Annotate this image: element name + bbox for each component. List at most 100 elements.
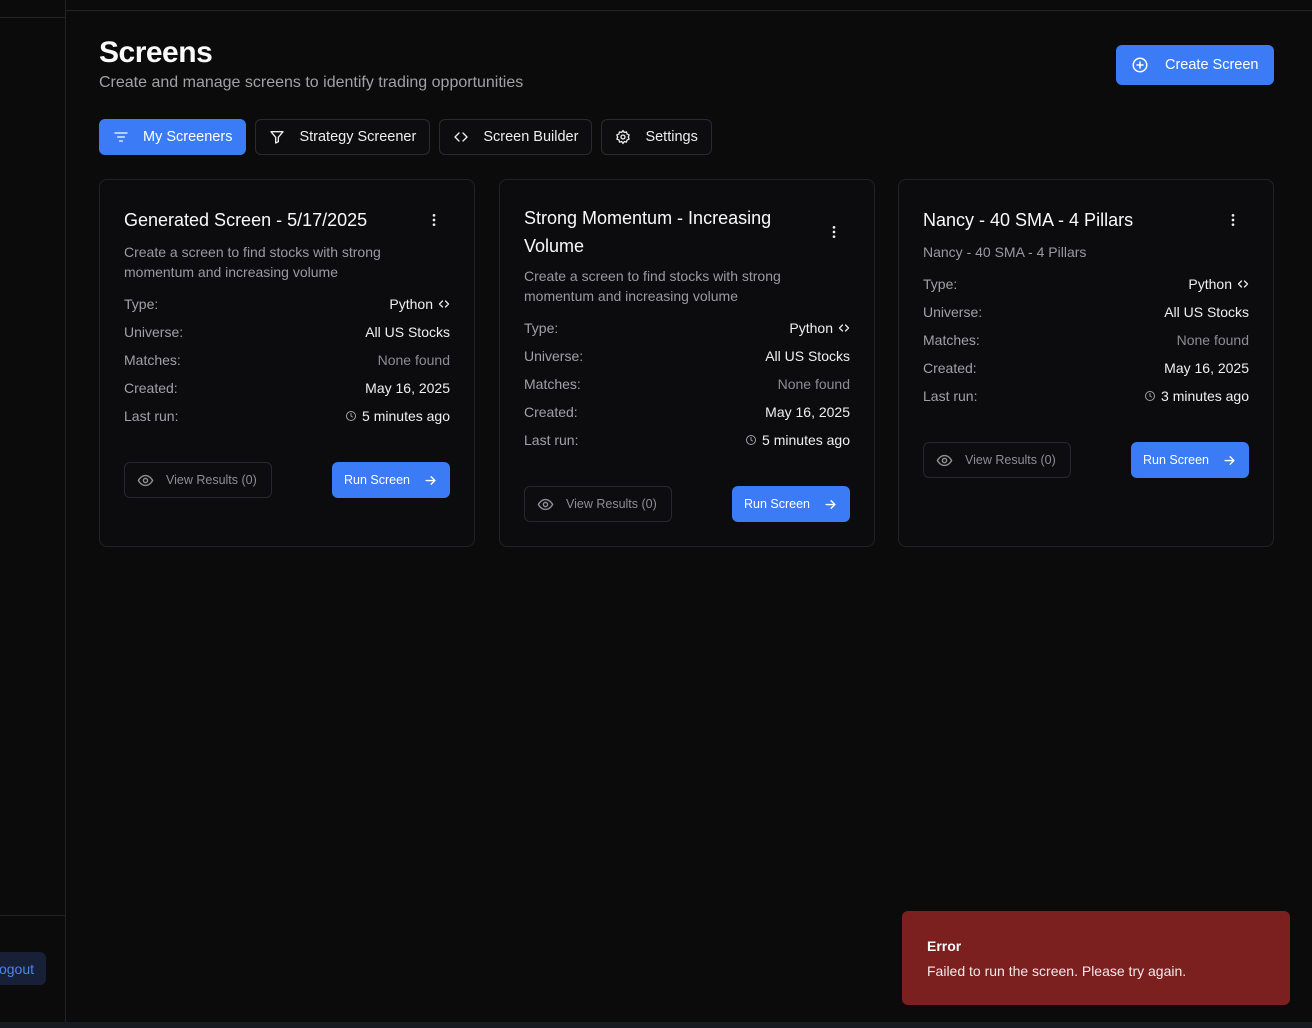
last-run-value: 5 minutes ago [745,432,850,448]
toast-message: Failed to run the screen. Please try aga… [927,963,1187,979]
code-icon [454,132,468,142]
plus-circle-icon [1132,57,1148,73]
page-subtitle: Create and manage screens to identify tr… [99,74,524,91]
created-row: Created: May 16, 2025 [124,378,450,398]
type-label: Type: [524,320,559,336]
universe-row: Universe: All US Stocks [524,346,850,366]
universe-label: Universe: [524,348,584,364]
view-results-button[interactable]: View Results (0) [124,462,272,498]
type-label: Type: [124,296,159,312]
type-value: Python [789,320,850,336]
clock-icon [746,435,757,445]
last-run-text: 5 minutes ago [762,432,850,448]
eye-icon [537,498,554,510]
last-run-row: Last run: 3 minutes ago [923,386,1249,406]
arrow-right-icon [1224,455,1235,465]
matches-row: Matches: None found [124,350,450,370]
top-divider [66,10,1312,11]
tab-label: Strategy Screener [299,129,417,145]
universe-label: Universe: [923,304,983,320]
screen-card: Strong Momentum - Increasing Volume Crea… [499,179,875,547]
created-row: Created: May 16, 2025 [923,358,1249,378]
view-results-button[interactable]: View Results (0) [923,442,1071,478]
funnel-icon [270,131,285,144]
run-screen-button[interactable]: Run Screen [732,486,850,522]
tab-label: Screen Builder [483,129,579,145]
card-description: Nancy - 40 SMA - 4 Pillars [923,244,1087,260]
more-vertical-icon [1231,214,1235,226]
tab-strategy-screener[interactable]: Strategy Screener [255,119,431,155]
last-run-value: 5 minutes ago [345,408,450,424]
matches-row: Matches: None found [923,330,1249,350]
page-title: Screens [99,36,213,69]
created-label: Created: [923,360,977,376]
type-value: Python [389,296,450,312]
created-value: May 16, 2025 [765,404,850,420]
universe-value: All US Stocks [1164,304,1249,320]
tab-bar: My Screeners Strategy Screener Screen Bu… [99,119,712,155]
last-run-text: 3 minutes ago [1161,388,1249,404]
run-screen-label: Run Screen [744,497,811,511]
universe-label: Universe: [124,324,184,340]
more-options-button[interactable] [424,210,444,230]
created-label: Created: [124,380,178,396]
matches-label: Matches: [524,376,581,392]
view-results-label: View Results (0) [566,497,657,511]
card-title: Generated Screen - 5/17/2025 [124,210,368,230]
arrow-right-icon [425,475,436,485]
run-screen-label: Run Screen [344,473,411,487]
more-vertical-icon [832,226,836,238]
last-run-label: Last run: [524,432,579,448]
eye-icon [936,454,953,466]
matches-label: Matches: [923,332,980,348]
created-label: Created: [524,404,578,420]
screen-card: Generated Screen - 5/17/2025 Create a sc… [99,179,475,547]
card-description: Create a screen to find stocks with stro… [124,244,381,280]
tab-settings[interactable]: Settings [601,119,712,155]
run-screen-button[interactable]: Run Screen [1131,442,1249,478]
clock-icon [1145,391,1156,401]
error-toast[interactable]: Error Failed to run the screen. Please t… [902,911,1290,1005]
created-value: May 16, 2025 [1164,360,1249,376]
create-screen-button[interactable]: Create Screen [1116,45,1274,85]
type-text: Python [789,320,833,336]
matches-row: Matches: None found [524,374,850,394]
more-vertical-icon [432,214,436,226]
code-icon [1237,280,1249,288]
eye-icon [137,474,154,486]
run-screen-button[interactable]: Run Screen [332,462,450,498]
universe-value: All US Stocks [365,324,450,340]
last-run-row: Last run: 5 minutes ago [524,430,850,450]
sidebar-divider [0,17,66,18]
last-run-row: Last run: 5 minutes ago [124,406,450,426]
view-results-label: View Results (0) [965,453,1056,467]
matches-value: None found [377,352,450,368]
card-title: Nancy - 40 SMA - 4 Pillars [923,210,1134,230]
more-options-button[interactable] [824,222,844,242]
universe-row: Universe: All US Stocks [124,322,450,342]
matches-value: None found [1176,332,1249,348]
tab-label: My Screeners [143,129,233,145]
toast-title: Error [927,938,962,954]
matches-value: None found [777,376,850,392]
gear-icon [616,129,631,145]
type-text: Python [1188,276,1232,292]
view-results-button[interactable]: View Results (0) [524,486,672,522]
matches-label: Matches: [124,352,181,368]
more-options-button[interactable] [1223,210,1243,230]
clock-icon [346,411,357,421]
sidebar-divider [0,915,66,916]
card-title: Strong Momentum - Increasing Volume [524,208,772,256]
created-row: Created: May 16, 2025 [524,402,850,422]
tab-my-screeners[interactable]: My Screeners [99,119,247,155]
universe-value: All US Stocks [765,348,850,364]
code-icon [438,300,450,308]
view-results-label: View Results (0) [166,473,257,487]
code-icon [838,324,850,332]
tab-screen-builder[interactable]: Screen Builder [439,119,593,155]
type-value: Python [1188,276,1249,292]
logout-button[interactable]: Logout [0,952,46,985]
screen-card: Nancy - 40 SMA - 4 Pillars Nancy - 40 SM… [898,179,1274,547]
sidebar: Logout [0,0,66,1028]
last-run-label: Last run: [124,408,179,424]
